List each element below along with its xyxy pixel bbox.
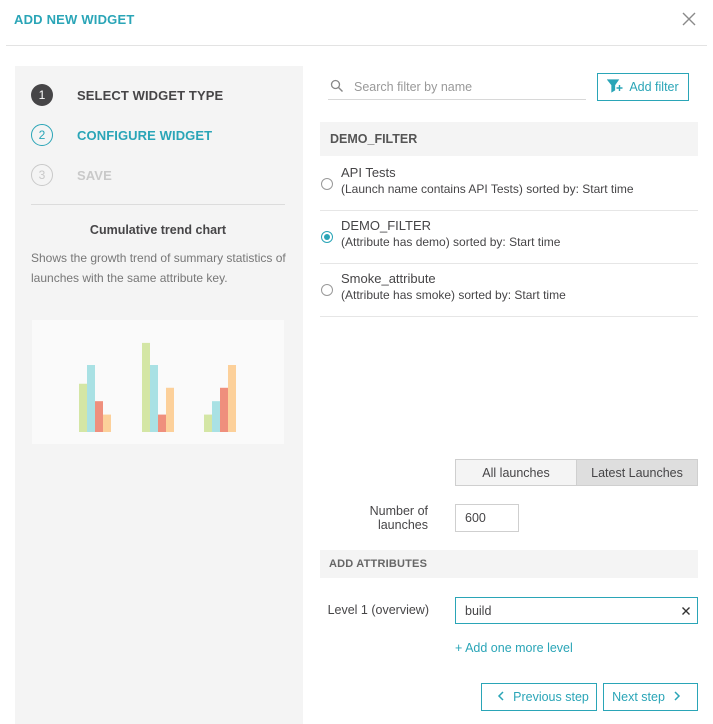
preview-bar (79, 383, 87, 432)
filter-radio[interactable] (321, 178, 333, 190)
filter-description: (Launch name contains API Tests) sorted … (341, 182, 634, 196)
preview-bar (220, 387, 228, 432)
launch-mode-toggle: All launches Latest Launches (455, 459, 698, 486)
preview-bar (150, 365, 158, 432)
step-number: 2 (31, 124, 53, 146)
all-launches-tab[interactable]: All launches (456, 460, 577, 485)
filter-item-demo-filter[interactable]: DEMO_FILTER (Attribute has demo) sorted … (320, 211, 698, 264)
step-save: 3 SAVE (31, 163, 112, 187)
filter-name: DEMO_FILTER (341, 218, 432, 233)
widget-type-title: Cumulative trend chart (89, 223, 227, 237)
preview-bar (212, 401, 220, 432)
chevron-right-icon (665, 690, 689, 704)
filter-search (328, 74, 586, 100)
level-1-label: Level 1 (overview) (327, 603, 429, 617)
filter-name: API Tests (341, 165, 396, 180)
preview-bar (166, 387, 174, 432)
step-label: SELECT WIDGET TYPE (77, 87, 224, 103)
preview-bar (103, 414, 111, 432)
level-1-input[interactable] (455, 597, 698, 624)
add-filter-button[interactable]: Add filter (597, 73, 689, 101)
next-step-button[interactable]: Next step (603, 683, 698, 711)
previous-step-button[interactable]: Previous step (481, 683, 597, 711)
latest-launches-tab[interactable]: Latest Launches (577, 460, 697, 485)
widget-preview (32, 320, 284, 444)
steps-divider (31, 204, 285, 205)
preview-bar (158, 414, 166, 432)
search-filter-input[interactable] (354, 77, 584, 97)
add-level-link[interactable]: + Add one more level (455, 641, 573, 655)
preview-bar (142, 342, 150, 432)
add-attributes-header: ADD ATTRIBUTES (320, 550, 698, 578)
filter-radio[interactable] (321, 231, 333, 243)
previous-step-label: Previous step (513, 690, 589, 704)
active-filter-header: DEMO_FILTER (320, 122, 698, 156)
modal-header: ADD NEW WIDGET (0, 0, 713, 46)
search-icon (330, 79, 344, 93)
preview-bar (204, 414, 212, 432)
add-filter-icon (606, 78, 629, 96)
filter-item-smoke-attribute[interactable]: Smoke_attribute (Attribute has smoke) so… (320, 264, 698, 317)
filter-radio[interactable] (321, 284, 333, 296)
widget-preview-chart (79, 342, 236, 432)
step-number: 1 (31, 84, 53, 106)
chevron-left-icon (489, 690, 513, 704)
preview-bar (87, 365, 95, 432)
number-of-launches-input[interactable] (455, 504, 519, 532)
step-select-widget-type[interactable]: 1 SELECT WIDGET TYPE (31, 83, 223, 107)
step-label: CONFIGURE WIDGET (77, 127, 213, 143)
modal-title: ADD NEW WIDGET (14, 12, 135, 27)
preview-bar (95, 401, 103, 432)
next-step-label: Next step (612, 690, 665, 704)
clear-icon[interactable] (680, 604, 692, 616)
filter-name: Smoke_attribute (341, 271, 436, 286)
preview-bar (228, 365, 236, 432)
step-label: SAVE (77, 167, 112, 183)
step-configure-widget[interactable]: 2 CONFIGURE WIDGET (31, 123, 212, 147)
close-icon[interactable] (679, 9, 699, 29)
header-divider (6, 45, 707, 46)
add-filter-label: Add filter (629, 80, 679, 94)
filter-description: (Attribute has demo) sorted by: Start ti… (341, 235, 561, 249)
number-of-launches-label: Number of launches (369, 504, 428, 532)
widget-type-description: Shows the growth trend of summary statis… (31, 251, 286, 285)
step-number: 3 (31, 164, 53, 186)
wizard-steps-panel: 1 SELECT WIDGET TYPE 2 CONFIGURE WIDGET … (15, 66, 303, 724)
filter-item-api-tests[interactable]: API Tests (Launch name contains API Test… (320, 158, 698, 211)
filter-description: (Attribute has smoke) sorted by: Start t… (341, 288, 566, 302)
